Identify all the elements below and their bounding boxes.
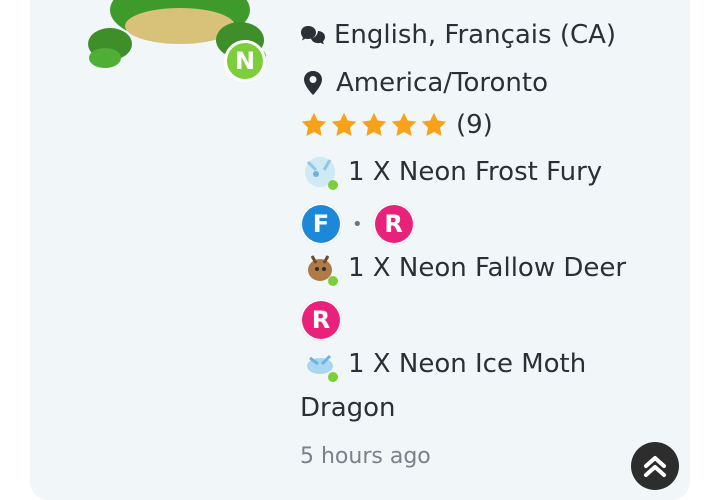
ice-moth-dragon-pet-icon [300,344,340,384]
fallow-deer-pet-icon [300,248,340,288]
ride-badge: R [372,203,415,245]
languages-text: English, Français (CA) [334,20,617,50]
ride-badge: R [300,299,342,341]
frost-fury-pet-icon [300,152,340,192]
star-icon [391,112,417,136]
fly-badge: F [300,203,342,245]
timezone-row: America/Toronto [300,68,548,98]
item-label: 1 X Neon Frost Fury [348,157,603,187]
star-icon [331,112,357,136]
timestamp-row: 5 hours ago [300,444,431,469]
star-icon [301,112,327,136]
item-badges: R [300,299,342,341]
languages-row: English, Français (CA) [300,20,616,50]
timezone-text: America/Toronto [336,68,548,98]
star-icon [361,112,387,136]
item-label-line2: Dragon [300,393,396,423]
list-item: 1 X Neon Frost Fury [300,152,602,192]
list-item: 1 X Neon Fallow Deer [300,248,626,288]
item-label: 1 X Neon Ice Moth [348,349,587,379]
star-icon [421,112,447,136]
location-pin-icon [300,70,326,96]
scroll-to-top-button[interactable] [631,442,679,490]
list-item: 1 X Neon Ice Moth [300,344,586,384]
item-badges: F • R [300,203,415,245]
rating-row: (9) [300,110,493,140]
rating-count[interactable]: (9) [456,110,493,140]
chat-bubbles-icon [300,22,326,48]
double-chevron-up-icon [644,456,666,477]
separator-dot: • [352,213,363,235]
item-label-continued: Dragon [300,393,396,423]
item-label: 1 X Neon Fallow Deer [348,253,627,283]
neon-badge: N [224,40,266,82]
time-ago: 5 hours ago [300,444,431,469]
rating-stars [300,111,448,139]
